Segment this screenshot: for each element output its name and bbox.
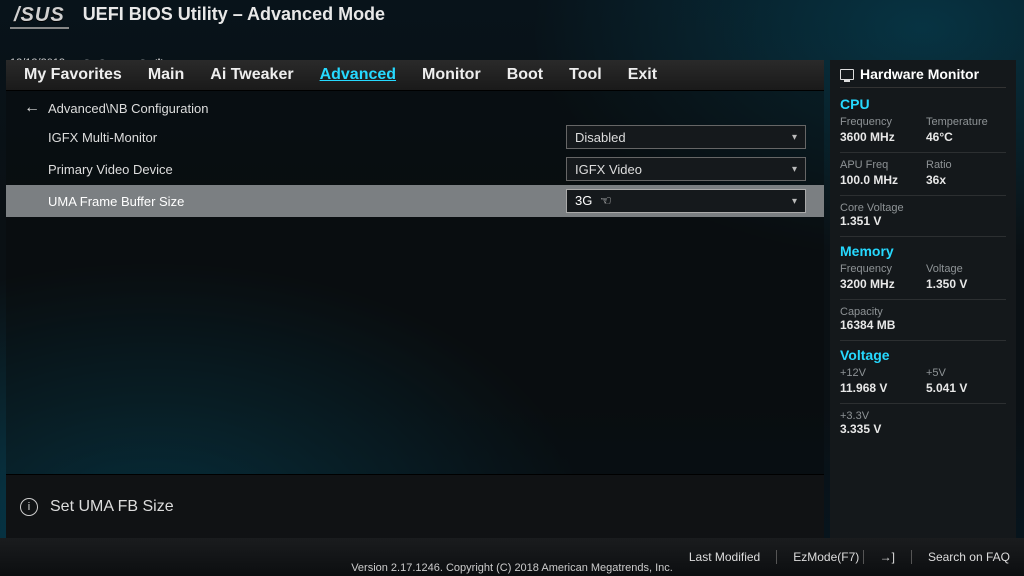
setting-label: IGFX Multi-Monitor: [48, 130, 157, 145]
cpu-temperature: 46°C: [926, 130, 1006, 144]
voltage-12v: 11.968 V: [840, 381, 920, 395]
breadcrumb-text: Advanced\NB Configuration: [48, 101, 208, 116]
brand-logo: /SUS: [10, 4, 69, 29]
setting-label: Primary Video Device: [48, 162, 173, 177]
select-primary-video-device[interactable]: IGFX Video ▾: [566, 157, 806, 181]
chevron-down-icon: ▾: [792, 196, 797, 207]
tab-my-favorites[interactable]: My Favorites: [24, 66, 122, 84]
apu-frequency: 100.0 MHz: [840, 173, 920, 187]
tab-advanced[interactable]: Advanced: [320, 66, 396, 84]
hw-section-cpu: CPU: [840, 96, 1006, 112]
memory-capacity: 16384 MB: [840, 318, 1006, 332]
chevron-down-icon: ▾: [792, 132, 797, 143]
version-text: Version 2.17.1246. Copyright (C) 2018 Am…: [0, 562, 1024, 574]
voltage-3v3: 3.335 V: [840, 422, 1006, 436]
tab-boot[interactable]: Boot: [507, 66, 543, 84]
chevron-down-icon: ▾: [792, 164, 797, 175]
cursor-icon: ☜: [600, 193, 612, 208]
tab-main[interactable]: Main: [148, 66, 184, 84]
breadcrumb[interactable]: ← Advanced\NB Configuration: [6, 91, 824, 121]
main-tabs: My Favorites Main Ai Tweaker Advanced Mo…: [6, 60, 824, 91]
help-bar: i Set UMA FB Size: [6, 474, 824, 538]
info-icon: i: [20, 498, 38, 516]
memory-frequency: 3200 MHz: [840, 277, 920, 291]
voltage-5v: 5.041 V: [926, 381, 1006, 395]
help-text: Set UMA FB Size: [50, 498, 174, 516]
tab-exit[interactable]: Exit: [628, 66, 657, 84]
hw-section-memory: Memory: [840, 243, 1006, 259]
setting-primary-video-device[interactable]: Primary Video Device IGFX Video ▾: [6, 153, 824, 185]
app-title: UEFI BIOS Utility – Advanced Mode: [83, 4, 385, 25]
setting-uma-frame-buffer-size[interactable]: UMA Frame Buffer Size 3G ☜ ▾: [6, 185, 824, 217]
hw-title: Hardware Monitor: [840, 66, 1006, 88]
hardware-monitor-panel: Hardware Monitor CPU Frequency Temperatu…: [830, 60, 1016, 538]
setting-label: UMA Frame Buffer Size: [48, 194, 184, 209]
core-voltage: 1.351 V: [840, 214, 1006, 228]
tab-ai-tweaker[interactable]: Ai Tweaker: [210, 66, 293, 84]
hw-section-voltage: Voltage: [840, 347, 1006, 363]
cpu-ratio: 36x: [926, 173, 1006, 187]
select-igfx-multi-monitor[interactable]: Disabled ▾: [566, 125, 806, 149]
setting-igfx-multi-monitor[interactable]: IGFX Multi-Monitor Disabled ▾: [6, 121, 824, 153]
back-arrow-icon[interactable]: ←: [24, 99, 40, 117]
select-uma-frame-buffer-size[interactable]: 3G ☜ ▾: [566, 189, 806, 213]
cpu-frequency: 3600 MHz: [840, 130, 920, 144]
tab-monitor[interactable]: Monitor: [422, 66, 481, 84]
tab-tool[interactable]: Tool: [569, 66, 602, 84]
monitor-icon: [840, 69, 854, 80]
memory-voltage: 1.350 V: [926, 277, 1006, 291]
